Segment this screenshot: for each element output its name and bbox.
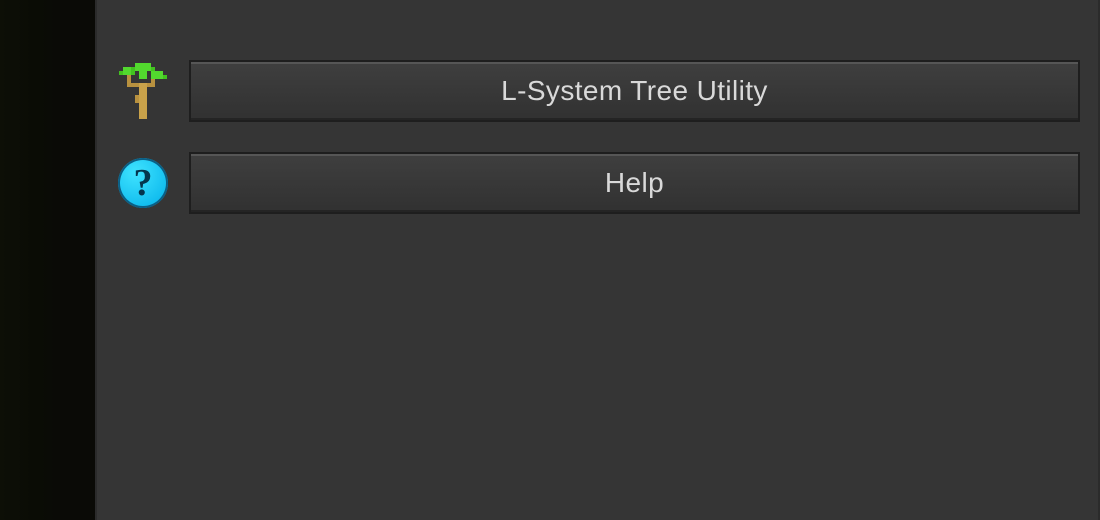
menu-panel: L-System Tree Utility ? Help xyxy=(95,0,1100,520)
menu-row-lsystem: L-System Tree Utility xyxy=(115,60,1080,122)
help-badge-glyph: ? xyxy=(134,164,153,202)
lsystem-tree-utility-button[interactable]: L-System Tree Utility xyxy=(189,60,1080,122)
help-icon: ? xyxy=(115,155,171,211)
help-button[interactable]: Help xyxy=(189,152,1080,214)
button-label: Help xyxy=(605,167,664,199)
menu-row-help: ? Help xyxy=(115,152,1080,214)
background-left xyxy=(0,0,60,520)
tree-icon xyxy=(115,63,171,119)
button-label: L-System Tree Utility xyxy=(501,75,768,107)
stage: L-System Tree Utility ? Help xyxy=(0,0,1100,520)
help-badge-circle: ? xyxy=(118,158,168,208)
